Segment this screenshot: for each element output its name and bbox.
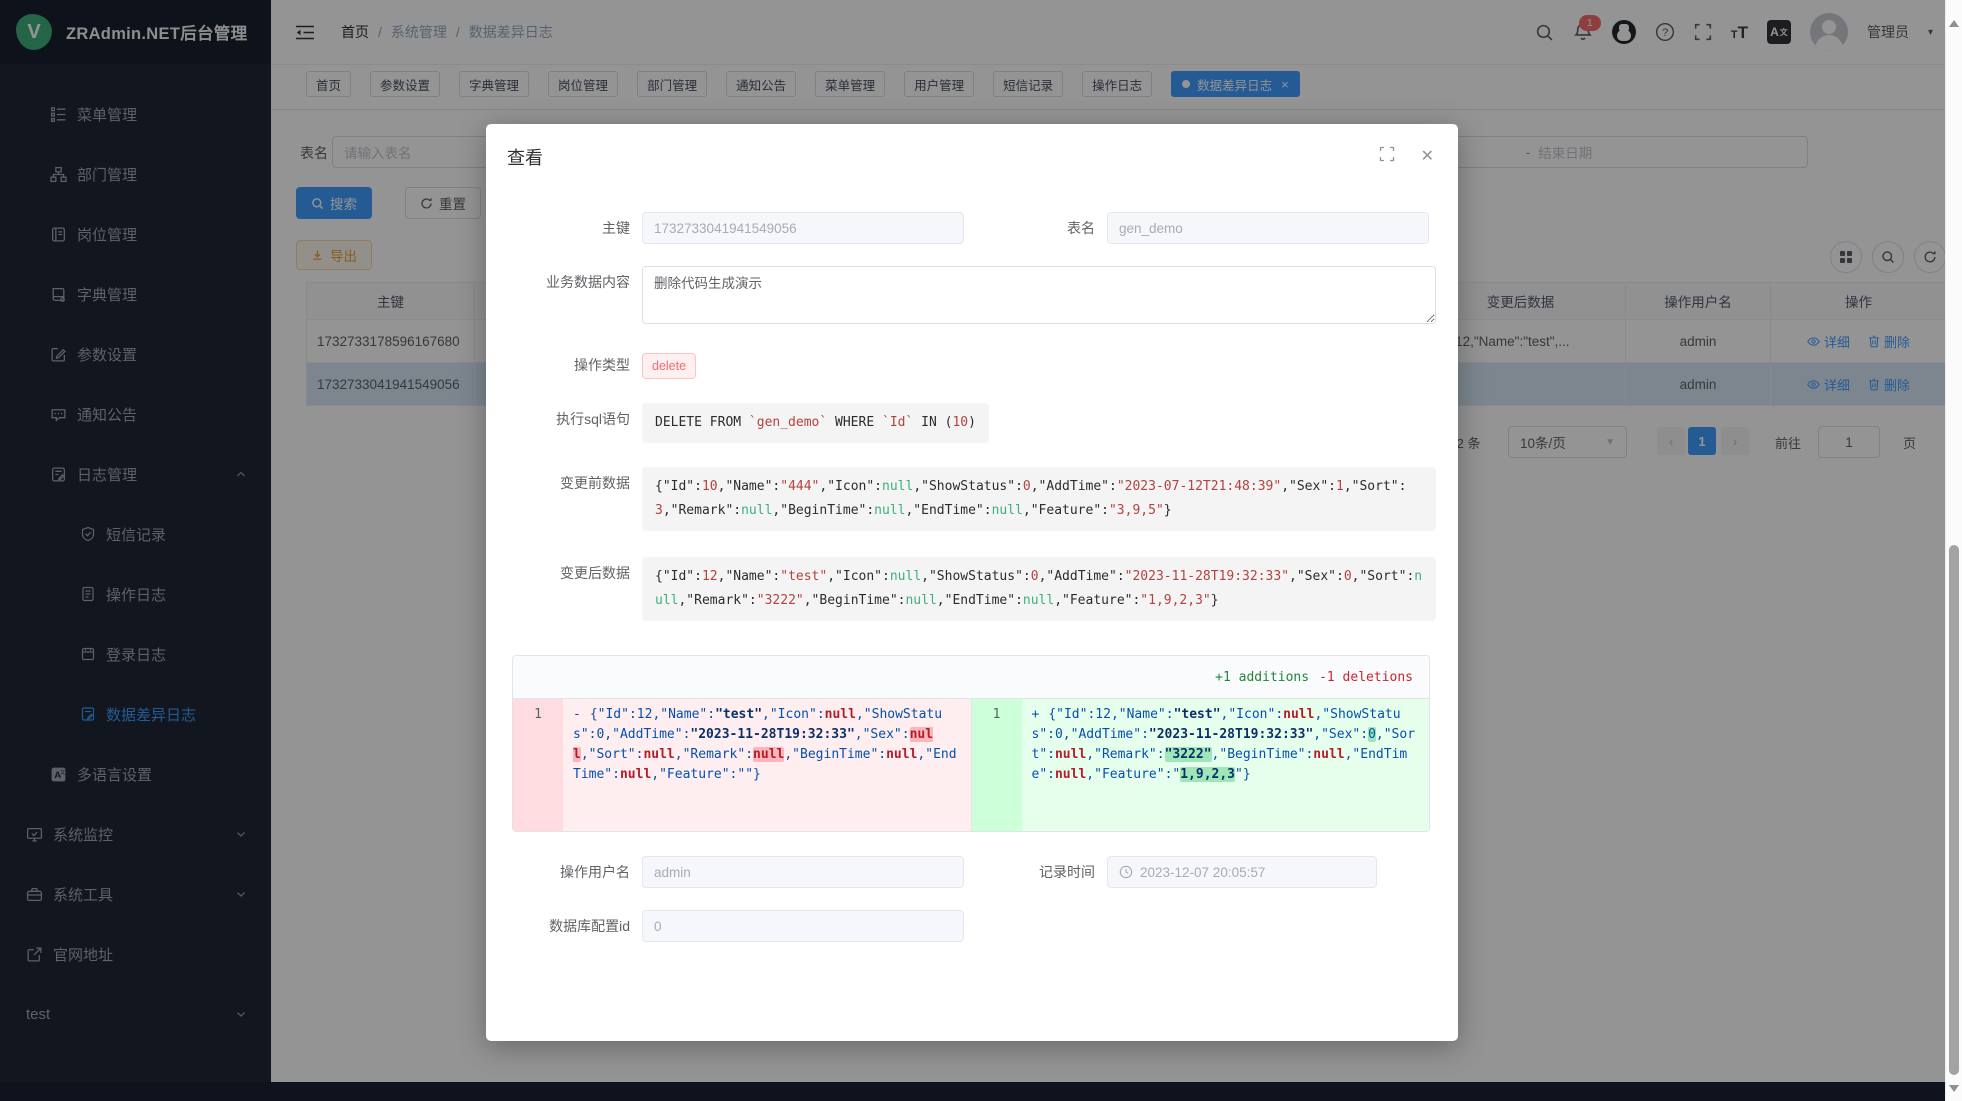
record-time-label: 记录时间 — [971, 856, 1107, 888]
diff-left-content: -{"Id":12,"Name":"test","Icon":null,"Sho… — [563, 699, 971, 831]
diff-left-line-number: 1 — [513, 699, 563, 831]
record-time-input[interactable]: 2023-12-07 20:05:57 — [1107, 856, 1377, 888]
additions-count: +1 additions — [1215, 670, 1309, 685]
pk-input[interactable]: 1732733041941549056 — [642, 212, 964, 244]
scroll-down-arrow[interactable] — [1949, 1085, 1959, 1092]
sql-code: DELETE FROM `gen_demo` WHERE `Id` IN (10… — [642, 403, 989, 443]
diff-right-content: +{"Id":12,"Name":"test","Icon":null,"Sho… — [1022, 699, 1430, 831]
oper-user-label: 操作用户名 — [506, 856, 642, 888]
delete-type-tag: delete — [642, 353, 696, 379]
oper-user-input[interactable]: admin — [642, 856, 964, 888]
diff-right-side: 1 +{"Id":12,"Name":"test","Icon":null,"S… — [971, 699, 1430, 831]
scroll-up-arrow[interactable] — [1949, 20, 1959, 27]
dialog-title: 查看 — [507, 148, 543, 168]
before-data-code: {"Id":10,"Name":"444","Icon":null,"ShowS… — [642, 467, 1436, 531]
deletions-count: -1 deletions — [1319, 670, 1413, 685]
dialog-body: 主键 1732733041941549056 表名 gen_demo 业务数据内… — [486, 170, 1458, 942]
minus-sign: - — [573, 707, 581, 722]
sql-label: 执行sql语句 — [506, 403, 642, 443]
db-config-id-label: 数据库配置id — [506, 910, 642, 942]
screen: V ZRAdmin.NET后台管理 菜单管理 部门管理 岗位管理 字典管理 — [0, 0, 1962, 1101]
diff-left-side: 1 -{"Id":12,"Name":"test","Icon":null,"S… — [513, 699, 971, 831]
page-scrollbar[interactable] — [1945, 0, 1962, 1101]
oper-type-label: 操作类型 — [506, 349, 642, 381]
plus-sign: + — [1032, 707, 1040, 722]
before-data-label: 变更前数据 — [506, 467, 642, 531]
content-label: 业务数据内容 — [506, 266, 642, 327]
after-data-label: 变更后数据 — [506, 557, 642, 621]
clock-icon — [1119, 865, 1133, 879]
dialog-fullscreen-icon[interactable] — [1379, 146, 1395, 166]
dialog-header: 查看 ✕ — [486, 124, 1458, 170]
diff-panel: +1 additions -1 deletions 1 -{"Id":12,"N… — [512, 655, 1430, 832]
after-data-code: {"Id":12,"Name":"test","Icon":null,"Show… — [642, 557, 1436, 621]
content-textarea[interactable] — [642, 266, 1436, 324]
table-label: 表名 — [971, 212, 1107, 244]
view-dialog: 查看 ✕ 主键 1732733041941549056 表名 gen_demo … — [486, 124, 1458, 1041]
table-input[interactable]: gen_demo — [1107, 212, 1429, 244]
db-config-id-input[interactable]: 0 — [642, 910, 964, 942]
pk-label: 主键 — [506, 212, 642, 244]
diff-summary: +1 additions -1 deletions — [513, 656, 1429, 699]
scrollbar-thumb[interactable] — [1949, 545, 1959, 1075]
diff-right-line-number: 1 — [972, 699, 1022, 831]
dialog-close-icon[interactable]: ✕ — [1421, 146, 1434, 166]
